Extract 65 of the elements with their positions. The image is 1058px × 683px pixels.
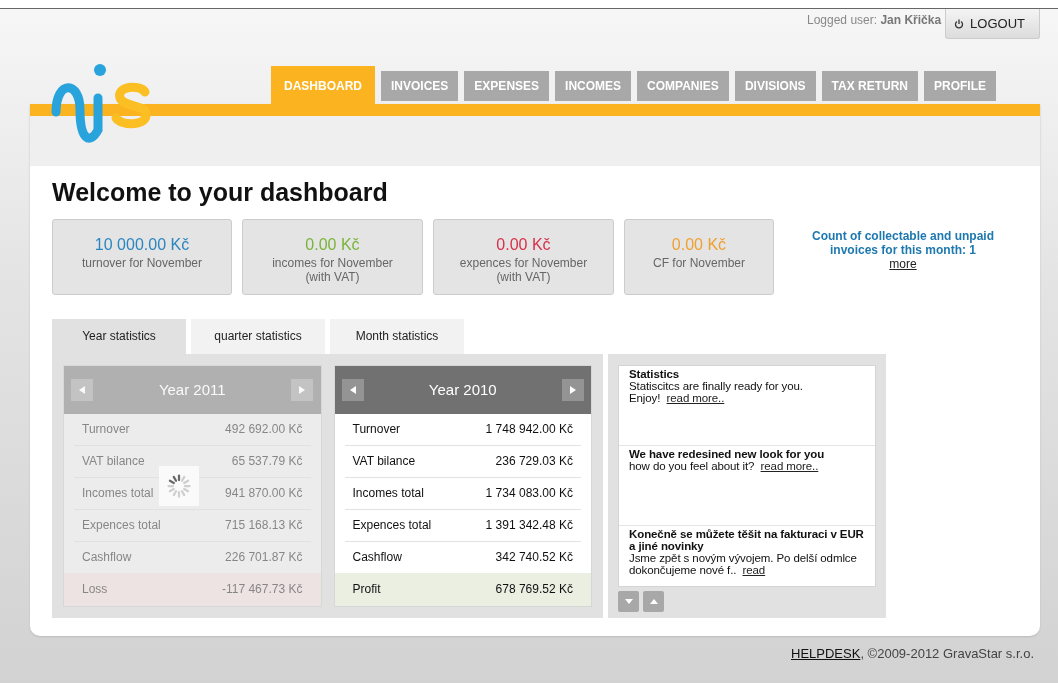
row-value: 236 729.03 Kč bbox=[495, 454, 573, 469]
statistics-tab[interactable]: Month statistics bbox=[330, 319, 464, 354]
row-label: Expences total bbox=[352, 518, 432, 533]
row-label: Incomes total bbox=[82, 486, 154, 501]
row-label: Turnover bbox=[82, 422, 130, 437]
summary-label: CF for November bbox=[653, 256, 745, 270]
row-label: VAT bilance bbox=[352, 454, 416, 469]
row-label: Cashflow bbox=[82, 550, 132, 565]
row-value: 1 391 342.48 Kč bbox=[485, 518, 573, 533]
row-value: 1 748 942.00 Kč bbox=[485, 422, 573, 437]
amount-text: 0.00 Kč bbox=[671, 236, 727, 254]
year-title: Year 2010 bbox=[428, 381, 497, 399]
notice-text: Count of collectable and unpaid invoices for this month: 1 bbox=[811, 229, 995, 257]
row-value: 226 701.87 Kč bbox=[225, 550, 303, 565]
row-value: 1 734 083.00 Kč bbox=[485, 486, 573, 501]
row-label: VAT bilance bbox=[82, 454, 145, 469]
row-label: Incomes total bbox=[352, 486, 424, 501]
more-link[interactable]: more bbox=[889, 257, 917, 271]
left-triangle-icon bbox=[349, 385, 356, 394]
row-value: 492 692.00 Kč bbox=[225, 422, 303, 437]
read-more-link[interactable]: read bbox=[742, 564, 766, 576]
news-text: Statiscitcs are finally ready for you. Enjoy! read more.. bbox=[629, 380, 804, 404]
read-more-link[interactable]: read more.. bbox=[666, 392, 725, 404]
power-icon bbox=[954, 18, 965, 29]
result-value: -117 467.73 Kč bbox=[222, 582, 303, 597]
row-label: Expences total bbox=[82, 518, 161, 533]
logged-user-text: Logged user: Jan Křička bbox=[807, 13, 942, 27]
row-value: 65 537.79 Kč bbox=[231, 454, 303, 469]
up-triangle-icon bbox=[649, 599, 658, 604]
result-value: 678 769.52 Kč bbox=[495, 582, 573, 597]
summary-label: turnover for November bbox=[81, 256, 202, 270]
down-triangle-icon bbox=[624, 599, 633, 604]
row-label: Turnover bbox=[352, 422, 401, 437]
summary-label: incomes for November (with VAT) bbox=[272, 256, 393, 284]
previous-button[interactable] bbox=[71, 378, 93, 401]
amount-text: 0.00 Kč bbox=[496, 236, 551, 254]
summary-label: expences for November (with VAT) bbox=[459, 256, 588, 284]
scroll-up-button[interactable] bbox=[643, 591, 664, 612]
row-label: Cashflow bbox=[352, 550, 402, 565]
news-text: Jsme zpět s novým vývojem. Po delší odmlce dokončujeme nové f.. read bbox=[629, 552, 858, 576]
read-more-link[interactable]: read more.. bbox=[760, 460, 819, 472]
logout-button[interactable]: LOGOUT bbox=[945, 9, 1040, 39]
previous-button[interactable] bbox=[341, 378, 364, 401]
footer-text: HELPDESK, ©2009-2012 GravaStar s.r.o. bbox=[791, 646, 1034, 661]
news-title: Konečně se můžete těšit na fakturaci v EUR a jiné novinky bbox=[629, 528, 865, 552]
statistics-tab[interactable]: quarter statistics bbox=[191, 319, 325, 354]
news-text: how do you feel about it? read more.. bbox=[629, 460, 820, 472]
row-value: 715 168.13 Kč bbox=[225, 518, 303, 533]
row-value: 941 870.00 Kč bbox=[225, 486, 303, 501]
next-button[interactable] bbox=[291, 378, 314, 401]
page-title: Welcome to your dashboard bbox=[52, 178, 389, 207]
amount-text: 0.00 Kč bbox=[305, 236, 360, 254]
news-title: Statistics bbox=[629, 368, 681, 380]
next-button[interactable] bbox=[562, 378, 584, 401]
right-triangle-icon bbox=[299, 385, 306, 394]
result-label: Profit bbox=[352, 582, 381, 597]
right-triangle-icon bbox=[570, 385, 576, 394]
amount-text: 10 000.00 Kč bbox=[94, 236, 190, 254]
left-triangle-icon bbox=[79, 385, 85, 394]
result-label: Loss bbox=[82, 582, 108, 597]
row-value: 342 740.52 Kč bbox=[495, 550, 573, 565]
statistics-tab[interactable]: Year statistics bbox=[52, 319, 186, 354]
news-title: We have redesined new look for you bbox=[629, 448, 826, 460]
scroll-down-button[interactable] bbox=[618, 591, 639, 612]
year-title: Year 2011 bbox=[158, 381, 226, 399]
